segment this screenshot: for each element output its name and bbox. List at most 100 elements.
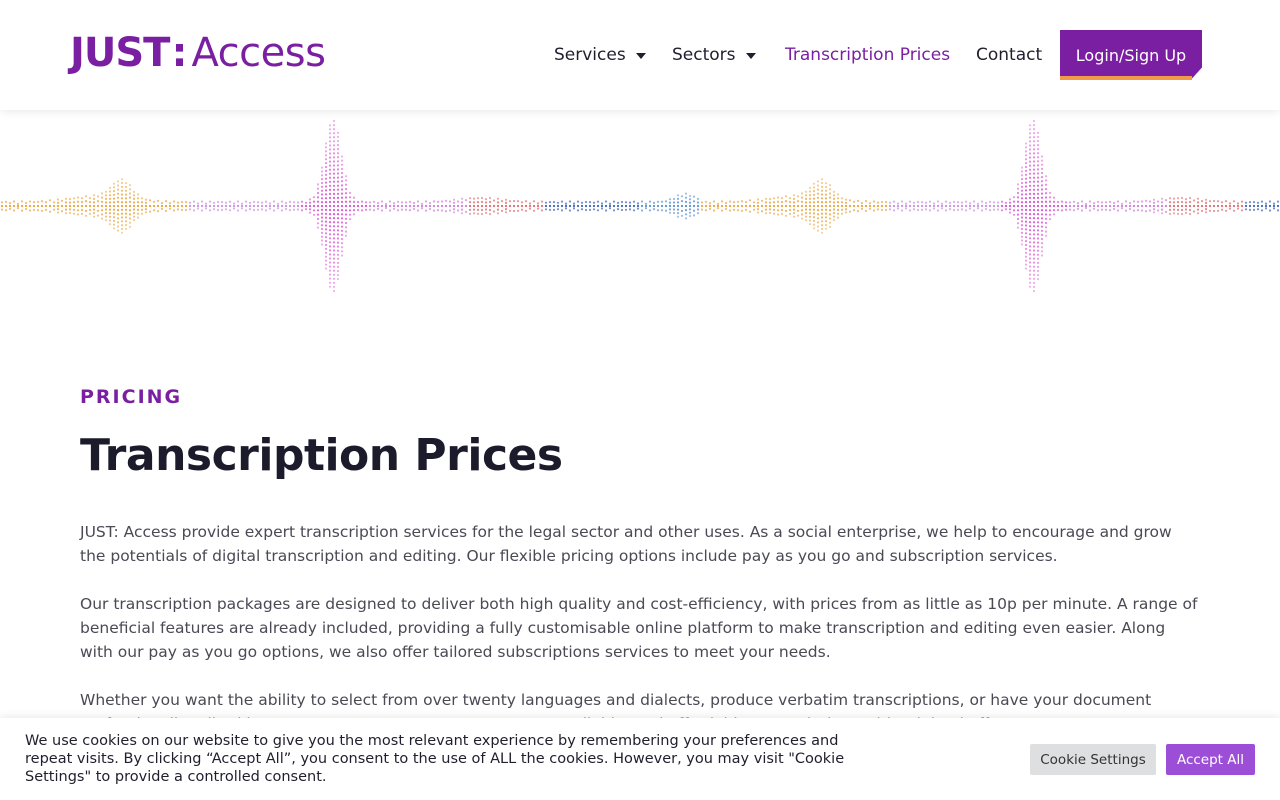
wave-dot <box>108 212 112 215</box>
wave-dot <box>964 204 968 208</box>
wave-dot <box>336 209 340 212</box>
wave-dot <box>1068 201 1072 204</box>
wave-dot <box>740 200 744 203</box>
wave-dot <box>476 197 480 200</box>
wave-dot <box>1156 200 1160 203</box>
wave-dot <box>372 209 376 212</box>
wave-dot <box>1032 119 1036 123</box>
wave-dot <box>908 209 912 212</box>
wave-dot <box>40 200 44 203</box>
wave-dot <box>1036 196 1040 199</box>
wave-dot <box>868 204 872 208</box>
wave-dot <box>128 225 132 228</box>
wave-dot <box>1032 225 1036 228</box>
wave-dot <box>820 208 824 211</box>
wave-dot <box>108 194 112 197</box>
wave-dot <box>544 204 548 208</box>
wave-dot <box>680 204 684 208</box>
sound-wave-graphic <box>0 119 1280 293</box>
wave-dot <box>820 220 824 223</box>
wave-dot <box>660 209 664 212</box>
site-logo[interactable]: JUST : Access <box>70 30 326 76</box>
wave-dot <box>1172 208 1176 211</box>
wave-dot <box>44 208 48 211</box>
wave-dot <box>1184 204 1188 208</box>
login-signup-button[interactable]: Login/Sign Up <box>1060 30 1202 80</box>
wave-dot <box>484 208 488 211</box>
wave-dot <box>1152 204 1156 208</box>
wave-dot <box>16 202 20 205</box>
wave-dot <box>1036 160 1040 163</box>
wave-dot <box>876 201 880 204</box>
wave-dot <box>1204 208 1208 211</box>
wave-dot <box>564 207 568 210</box>
wave-dot <box>32 208 36 211</box>
wave-dot <box>824 193 828 196</box>
wave-dot <box>332 188 336 191</box>
wave-dot <box>572 207 576 210</box>
wave-dot <box>56 208 60 211</box>
wave-dot <box>1028 265 1032 268</box>
wave-dot <box>448 209 452 212</box>
wave-dot <box>1028 269 1032 272</box>
wave-dot <box>376 202 380 205</box>
accept-all-button[interactable]: Accept All <box>1166 744 1255 775</box>
wave-dot <box>552 201 556 204</box>
wave-dot <box>280 200 284 203</box>
wave-dot <box>344 200 348 203</box>
nav-services-label: Services <box>554 45 626 65</box>
wave-dot <box>1036 213 1040 216</box>
wave-dot <box>984 207 988 211</box>
wave-dot <box>1008 198 1012 201</box>
wave-dot <box>816 209 820 212</box>
nav-contact[interactable]: Contact <box>976 45 1042 65</box>
wave-dot <box>1196 204 1200 208</box>
wave-dot <box>328 188 332 191</box>
wave-dot <box>824 185 828 189</box>
wave-dot <box>56 211 60 214</box>
wave-dot <box>224 204 228 208</box>
wave-dot <box>1040 233 1044 236</box>
wave-dot <box>788 204 792 208</box>
wave-dot <box>332 132 336 135</box>
nav-services[interactable]: Services <box>554 45 646 65</box>
wave-dot <box>332 289 336 293</box>
wave-dot <box>132 215 136 218</box>
wave-dot <box>816 225 820 228</box>
wave-dot <box>332 265 336 268</box>
wave-dot <box>336 217 340 220</box>
wave-dot <box>1040 242 1044 245</box>
wave-dot <box>316 187 320 190</box>
nav-sectors[interactable]: Sectors <box>672 45 756 65</box>
wave-dot <box>372 204 376 208</box>
wave-dot <box>440 200 444 203</box>
wave-dot <box>336 172 340 175</box>
wave-dot <box>328 176 332 179</box>
wave-dot <box>124 201 128 204</box>
wave-dot <box>44 204 48 208</box>
wave-dot <box>332 225 336 228</box>
wave-dot <box>80 212 84 215</box>
wave-dot <box>1096 200 1100 203</box>
nav-transcription-prices[interactable]: Transcription Prices <box>785 45 950 65</box>
wave-dot <box>684 196 688 199</box>
wave-dot <box>900 200 904 203</box>
wave-dot <box>1064 208 1068 211</box>
cookie-settings-button[interactable]: Cookie Settings <box>1030 744 1156 775</box>
wave-dot <box>144 198 148 201</box>
wave-dot <box>328 241 332 244</box>
wave-dot <box>496 197 500 200</box>
wave-dot <box>264 200 268 203</box>
wave-dot <box>332 241 336 244</box>
wave-dot <box>236 200 240 203</box>
wave-dot <box>816 196 820 199</box>
wave-dot <box>332 124 336 127</box>
wave-dot <box>828 188 832 191</box>
wave-dot <box>340 209 344 212</box>
wave-dot <box>1152 211 1156 214</box>
wave-dot <box>1032 180 1036 183</box>
wave-dot <box>1020 201 1024 204</box>
wave-dot <box>1024 259 1028 262</box>
wave-dot <box>1248 204 1252 208</box>
wave-dot <box>1276 209 1280 212</box>
